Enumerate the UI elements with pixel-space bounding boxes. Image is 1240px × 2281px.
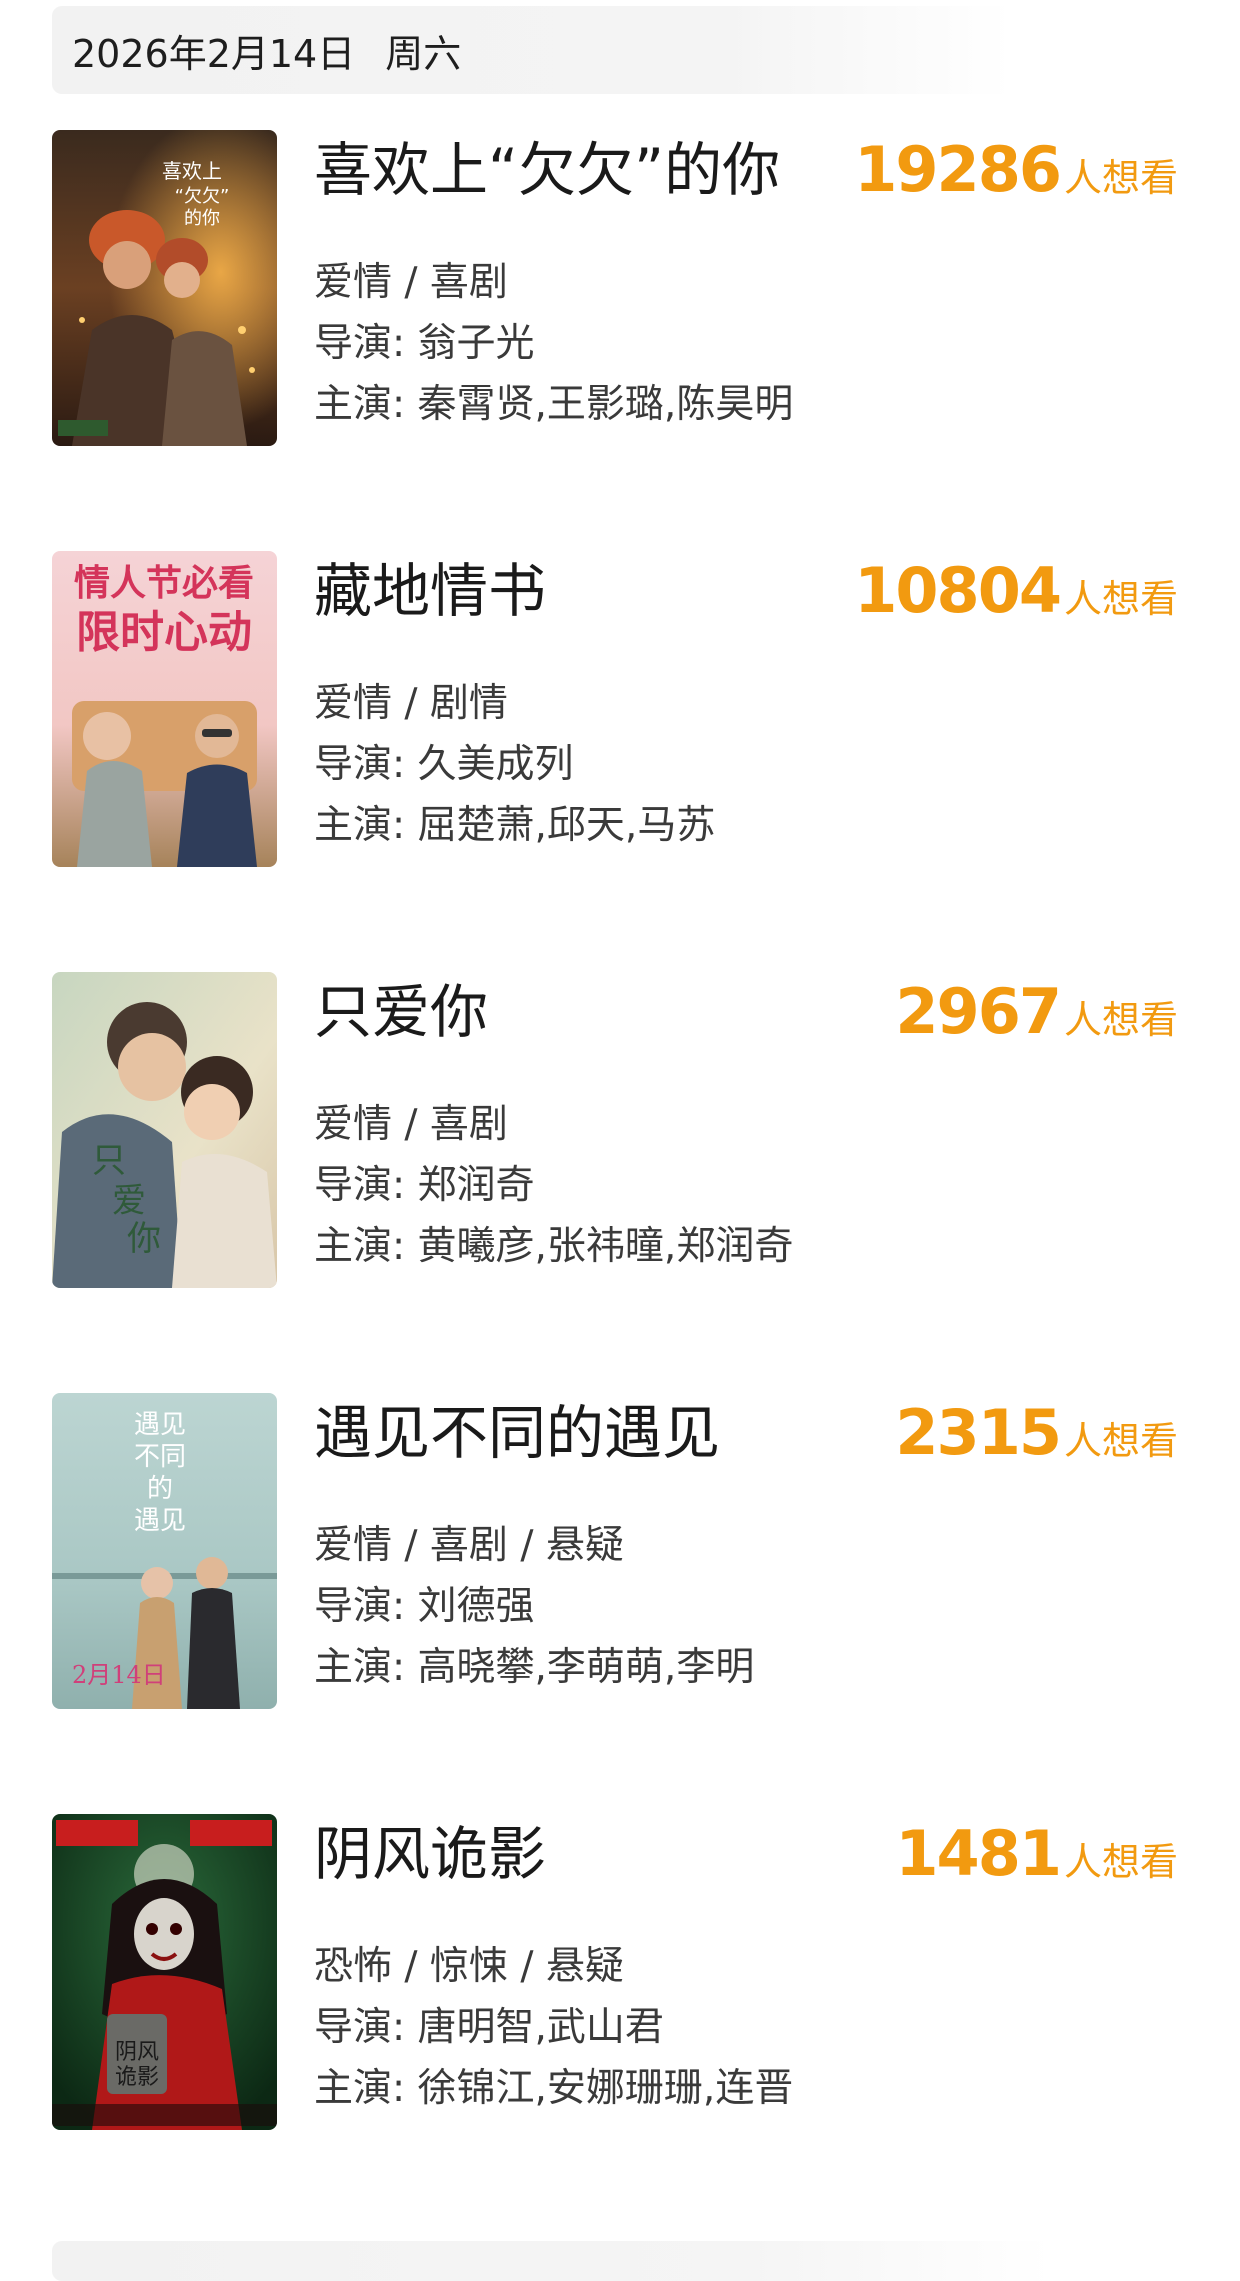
poster-image: 阴风 诡影: [52, 1814, 277, 2130]
want-suffix: 人想看: [1063, 1840, 1178, 1884]
movie-title[interactable]: 喜欢上“欠欠”的你: [314, 134, 780, 206]
poster-image: 遇见 不同 的 遇见 2月14日: [52, 1393, 277, 1709]
movie-cast: 主演: 高晓攀,李萌萌,李明: [314, 1645, 755, 1690]
svg-text:的你: 的你: [184, 208, 220, 229]
want-suffix: 人想看: [1063, 156, 1178, 200]
svg-text:爱: 爱: [112, 1181, 146, 1221]
svg-text:限时心动: 限时心动: [76, 607, 252, 658]
poster-title-text: 喜欢上: [162, 159, 222, 183]
want-count: 1481: [895, 1817, 1062, 1890]
movie-director: 导演: 翁子光: [314, 321, 535, 366]
svg-text:2月14日: 2月14日: [72, 1661, 166, 1689]
poster-image: 喜欢上 “欠欠” 的你: [52, 130, 277, 446]
want-count: 10804: [854, 554, 1062, 627]
want-count: 2967: [895, 975, 1062, 1048]
svg-text:遇见: 遇见: [134, 1506, 186, 1536]
movie-poster[interactable]: 遇见 不同 的 遇见 2月14日: [52, 1393, 277, 1709]
movie-director: 导演: 刘德强: [314, 1584, 535, 1629]
want-suffix: 人想看: [1063, 998, 1178, 1042]
movie-genres: 爱情 / 喜剧: [314, 1102, 508, 1147]
movie-genres: 爱情 / 喜剧: [314, 260, 508, 305]
movie-item[interactable]: 情人节必看 限时心动 藏地情书 10804 人想看 爱情 / 剧情 导演: 久美…: [0, 551, 1240, 972]
want-count: 2315: [895, 1396, 1062, 1469]
want-to-see: 2967 人想看: [895, 976, 1178, 1048]
movie-item[interactable]: 阴风 诡影 阴风诡影 1481 人想看 恐怖 / 惊悚 / 悬疑 导演: 唐明智…: [0, 1814, 1240, 2235]
movie-item[interactable]: 喜欢上 “欠欠” 的你 喜欢上“欠欠”的你 19286 人想看 爱情 / 喜剧 …: [0, 130, 1240, 551]
date-text: 2026年2月14日: [72, 31, 356, 76]
movie-director: 导演: 久美成列: [314, 742, 574, 787]
svg-text:的: 的: [147, 1474, 173, 1504]
svg-text:“欠欠”: “欠欠”: [175, 186, 230, 207]
want-to-see: 19286 人想看: [854, 134, 1178, 206]
movie-item[interactable]: 只 爱 你 只爱你 2967 人想看 爱情 / 喜剧 导演: 郑润奇 主演: 黄…: [0, 972, 1240, 1393]
date-header: 2026年2月14日 周六: [52, 6, 1012, 94]
want-to-see: 1481 人想看: [895, 1818, 1178, 1890]
want-to-see: 10804 人想看: [854, 555, 1178, 627]
svg-text:不同: 不同: [134, 1442, 186, 1472]
movie-director: 导演: 唐明智,武山君: [314, 2005, 664, 2050]
poster-title-text: 遇见: [134, 1410, 186, 1440]
movie-genres: 爱情 / 剧情: [314, 681, 508, 726]
movie-title[interactable]: 只爱你: [314, 976, 488, 1048]
movie-title[interactable]: 遇见不同的遇见: [314, 1397, 720, 1469]
svg-text:你: 你: [127, 1219, 161, 1259]
want-count: 19286: [854, 133, 1062, 206]
movie-title[interactable]: 阴风诡影: [314, 1818, 546, 1890]
movie-item[interactable]: 遇见 不同 的 遇见 2月14日 遇见不同的遇见 2315 人想看 爱情 / 喜…: [0, 1393, 1240, 1814]
poster-title-text: 阴风: [115, 2040, 159, 2065]
next-date-header: [52, 2241, 1052, 2281]
movie-title[interactable]: 藏地情书: [314, 555, 546, 627]
poster-title-text: 只: [92, 1141, 126, 1181]
want-suffix: 人想看: [1063, 1419, 1178, 1463]
movie-cast: 主演: 屈楚萧,邱天,马苏: [314, 803, 716, 848]
movie-director: 导演: 郑润奇: [314, 1163, 535, 1208]
movie-genres: 爱情 / 喜剧 / 悬疑: [314, 1523, 624, 1568]
poster-image: 情人节必看 限时心动: [52, 551, 277, 867]
want-suffix: 人想看: [1063, 577, 1178, 621]
movie-genres: 恐怖 / 惊悚 / 悬疑: [314, 1944, 624, 1989]
movie-cast: 主演: 黄曦彦,张祎曈,郑润奇: [314, 1224, 794, 1269]
svg-text:诡影: 诡影: [115, 2065, 159, 2090]
movie-cast: 主演: 徐锦江,安娜珊珊,连晋: [314, 2066, 794, 2111]
poster-image: 只 爱 你: [52, 972, 277, 1288]
movie-poster[interactable]: 阴风 诡影: [52, 1814, 277, 2130]
movie-poster[interactable]: 喜欢上 “欠欠” 的你: [52, 130, 277, 446]
want-to-see: 2315 人想看: [895, 1397, 1178, 1469]
weekday-text: 周六: [385, 31, 462, 76]
movie-poster[interactable]: 情人节必看 限时心动: [52, 551, 277, 867]
poster-title-text: 情人节必看: [74, 563, 254, 604]
movie-list: 喜欢上 “欠欠” 的你 喜欢上“欠欠”的你 19286 人想看 爱情 / 喜剧 …: [0, 130, 1240, 2235]
movie-cast: 主演: 秦霄贤,王影璐,陈昊明: [314, 382, 794, 427]
movie-poster[interactable]: 只 爱 你: [52, 972, 277, 1288]
